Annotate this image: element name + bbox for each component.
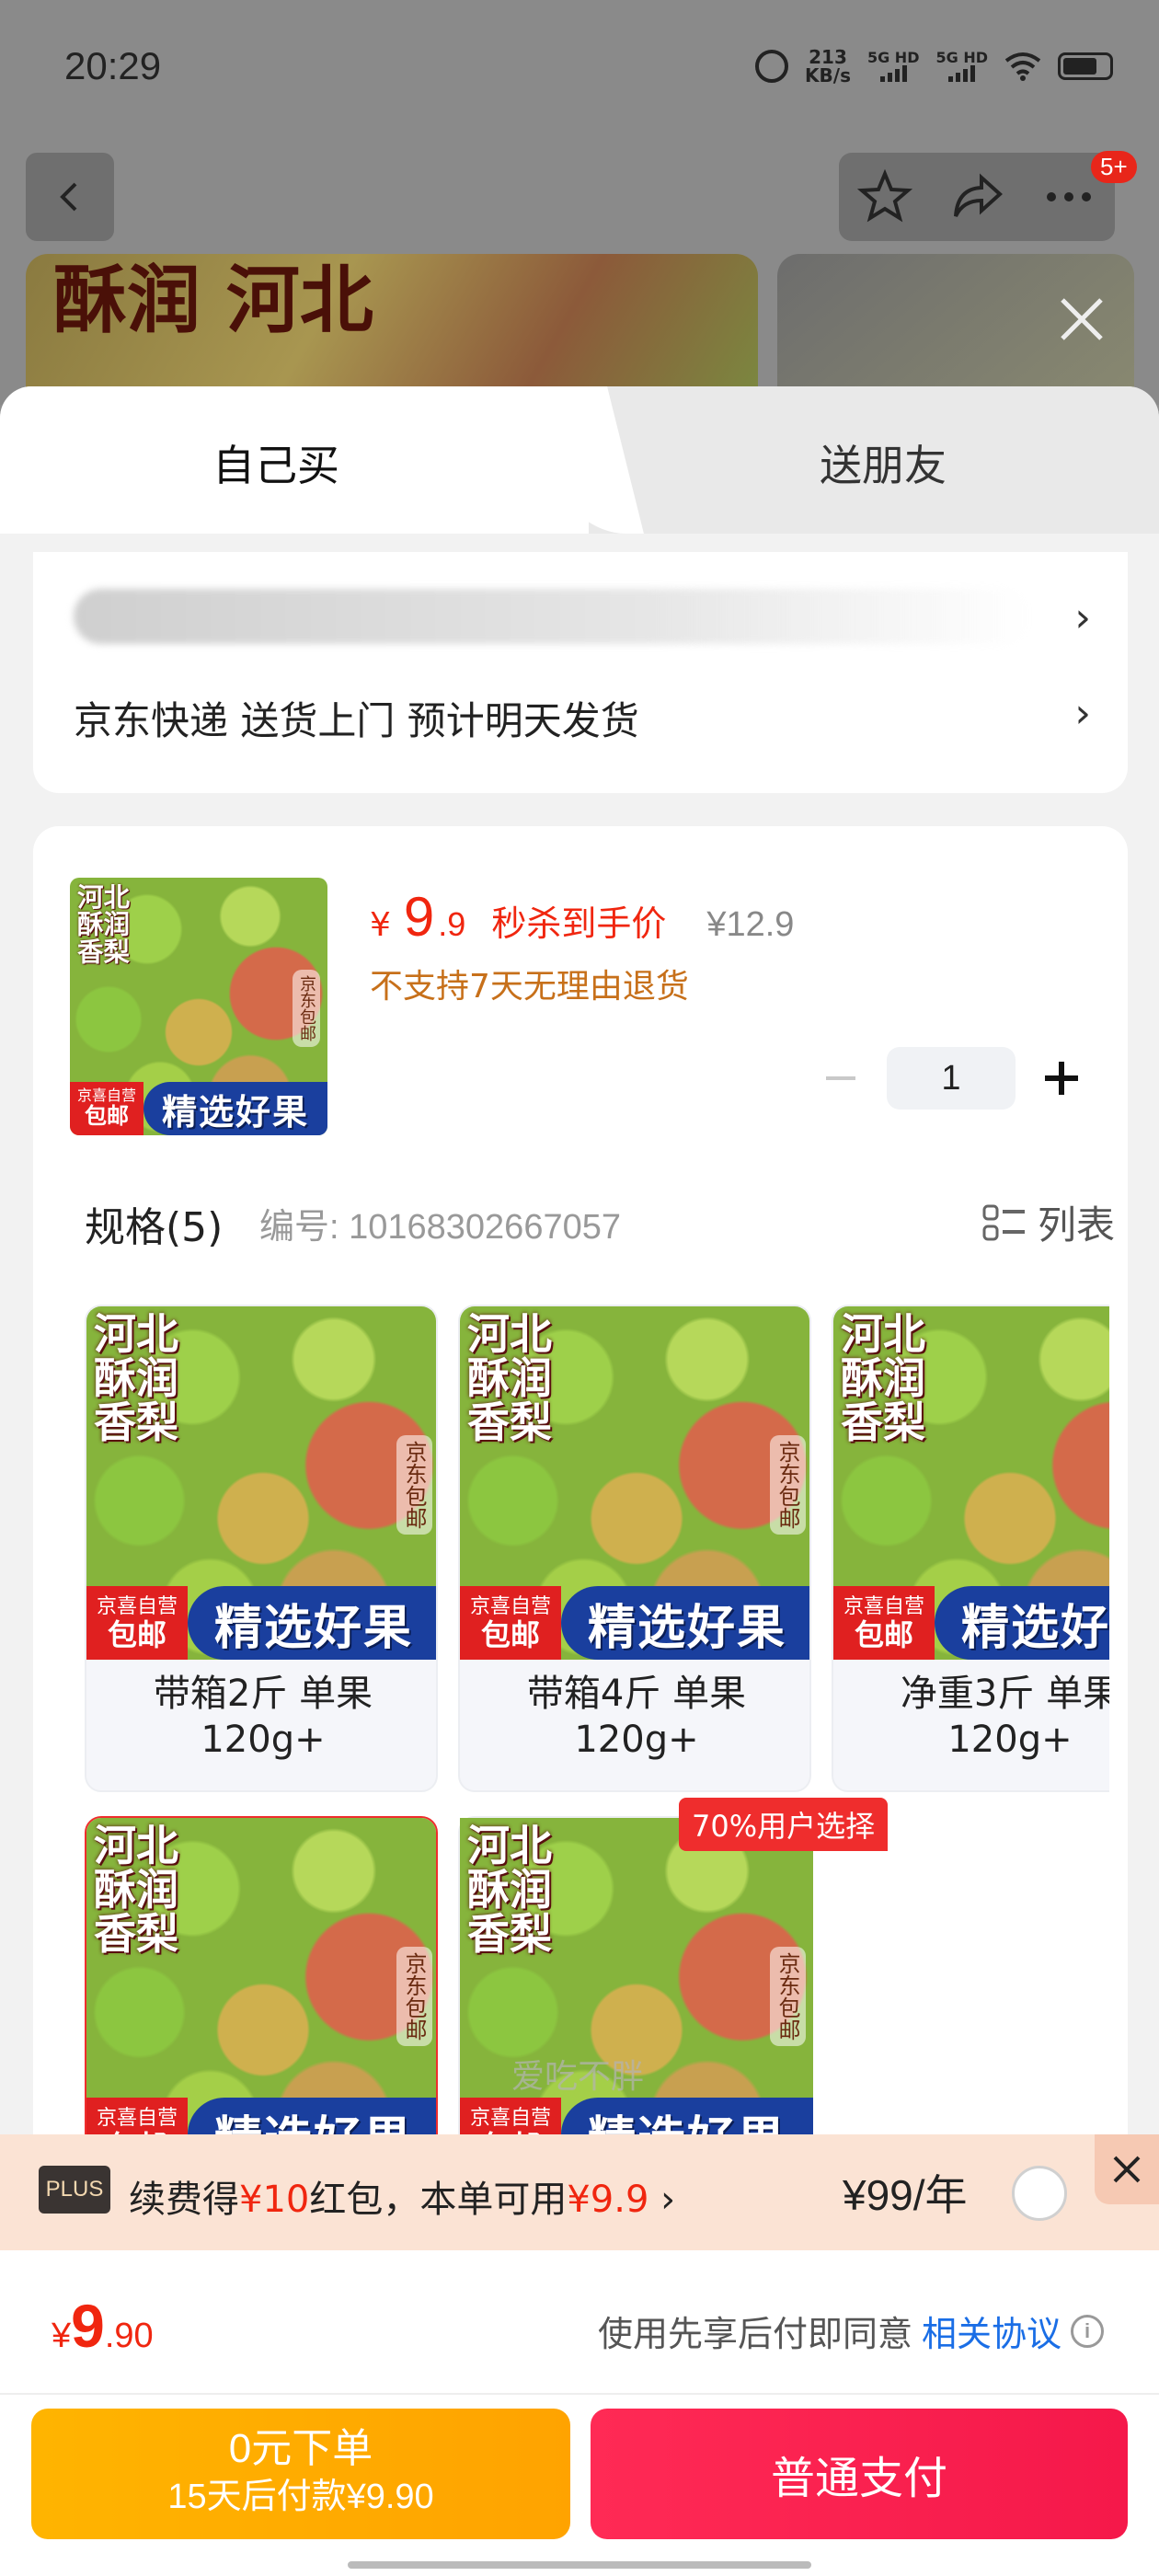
back-button[interactable]	[26, 153, 114, 241]
signal-icon: 5G HD	[867, 51, 919, 82]
price-integer: 9	[403, 886, 435, 948]
close-icon[interactable]	[1053, 291, 1110, 348]
spec-label: 带箱2斤 单果 120g+	[153, 1673, 373, 1761]
watermark: 爱吃不胖	[511, 2058, 645, 2096]
plus-radio[interactable]	[1012, 2166, 1067, 2221]
delivery-info: 京东快递 送货上门 预计明天发货	[74, 698, 639, 743]
buy-mode-tabs: 自己买 送朋友	[0, 386, 1159, 534]
total-price: ¥9.90	[52, 2292, 154, 2360]
status-time: 20:29	[64, 44, 162, 87]
quantity-value[interactable]: 1	[887, 1047, 1016, 1110]
alarm-icon	[755, 50, 789, 83]
product-thumbnail: 河北 酥润 香梨 京东包邮 京喜自营 包邮 精选好果	[70, 878, 327, 1135]
spec-code: 编号: 10168302667057	[259, 1208, 621, 1247]
tab-self[interactable]: 自己买	[0, 432, 552, 493]
payment-bar: ¥9.90 使用先享后付即同意 相关协议 i 0元下单 15天后付款¥9.90 …	[0, 2250, 1159, 2576]
spec-option-2[interactable]: 河北 酥润 香梨 京东包邮 京喜自营 包邮 精选好果 带箱4斤 单果 120g+	[458, 1305, 811, 1792]
wifi-icon	[1004, 52, 1041, 81]
plus-promo-text: 续费得¥10红包，本单可用¥9.9 ›	[129, 2179, 676, 2221]
blurred-address	[74, 589, 1030, 644]
price-decimal: .9	[438, 905, 466, 943]
top-actions	[839, 153, 1115, 241]
status-icons: 213 KB/s 5G HD 5G HD	[755, 48, 1113, 85]
address-card[interactable]: › 京东快递 送货上门 预计明天发货 ›	[33, 552, 1128, 793]
price-currency: ¥	[370, 906, 391, 944]
spec-header: 规格(5) 编号: 10168302667057 列表	[85, 1194, 1115, 1251]
close-icon	[1113, 2156, 1141, 2183]
info-icon[interactable]: i	[1071, 2314, 1104, 2348]
spec-title: 规格(5)	[85, 1204, 224, 1251]
plus-price: ¥99/年	[843, 2171, 968, 2219]
agreement-link[interactable]: 相关协议	[922, 2306, 1061, 2356]
plus-tag: PLUS	[39, 2166, 110, 2214]
divider	[0, 2393, 1159, 2395]
agreement-text: 使用先享后付即同意 相关协议 i	[598, 2306, 1104, 2356]
spec-label: 带箱4斤 单果 120g+	[526, 1673, 747, 1761]
no-return-notice: 不支持7天无理由退货	[370, 968, 689, 1006]
battery-icon	[1058, 52, 1113, 80]
plus-close-button[interactable]	[1095, 2134, 1159, 2204]
quantity-stepper: 1	[815, 1047, 1087, 1110]
more-icon[interactable]	[1040, 168, 1097, 225]
price-line: ¥ 9 .9 秒杀到手价 ¥12.9	[370, 885, 794, 949]
chevron-right-icon: ›	[1074, 594, 1091, 641]
signal-icon-2: 5G HD	[935, 51, 988, 82]
price-tag: 秒杀到手价	[491, 903, 667, 944]
chevron-right-icon: ›	[1074, 690, 1091, 737]
home-indicator	[348, 2561, 811, 2569]
spec-option-3[interactable]: 河北酥润香梨 京东包邮 京喜自营包邮精选好果 净重3斤 单果 120g+	[832, 1305, 1109, 1792]
spec-label: 净重3斤 单果 120g+	[900, 1673, 1109, 1761]
list-icon	[982, 1204, 1025, 1240]
tab-friend[interactable]: 送朋友	[644, 432, 1122, 493]
decrease-button[interactable]	[815, 1052, 866, 1104]
spec-option-1[interactable]: 河北 酥润 香梨 京东包邮 京喜自营 包邮 精选好果 带箱2斤 单果 120g+	[85, 1305, 438, 1792]
original-price: ¥12.9	[706, 905, 795, 944]
network-speed: 213 KB/s	[805, 46, 851, 86]
list-label: 列表	[1037, 1202, 1115, 1248]
plus-membership-bar[interactable]: PLUS 续费得¥10红包，本单可用¥9.9 › ¥99/年	[0, 2134, 1159, 2250]
status-bar: 20:29 213 KB/s 5G HD 5G HD	[0, 0, 1159, 138]
share-icon[interactable]	[948, 168, 1005, 225]
increase-button[interactable]	[1036, 1052, 1087, 1104]
list-view-toggle[interactable]: 列表	[982, 1194, 1115, 1250]
notification-badge: 5+	[1091, 151, 1137, 183]
chevron-left-icon	[60, 182, 77, 212]
background-image-title: 酥润 河北	[53, 257, 373, 343]
pay-later-button[interactable]: 0元下单 15天后付款¥9.90	[31, 2409, 570, 2539]
star-icon[interactable]	[856, 168, 913, 225]
normal-pay-button[interactable]: 普通支付	[591, 2409, 1128, 2539]
popular-choice-badge: 70%用户选择	[679, 1798, 889, 1851]
